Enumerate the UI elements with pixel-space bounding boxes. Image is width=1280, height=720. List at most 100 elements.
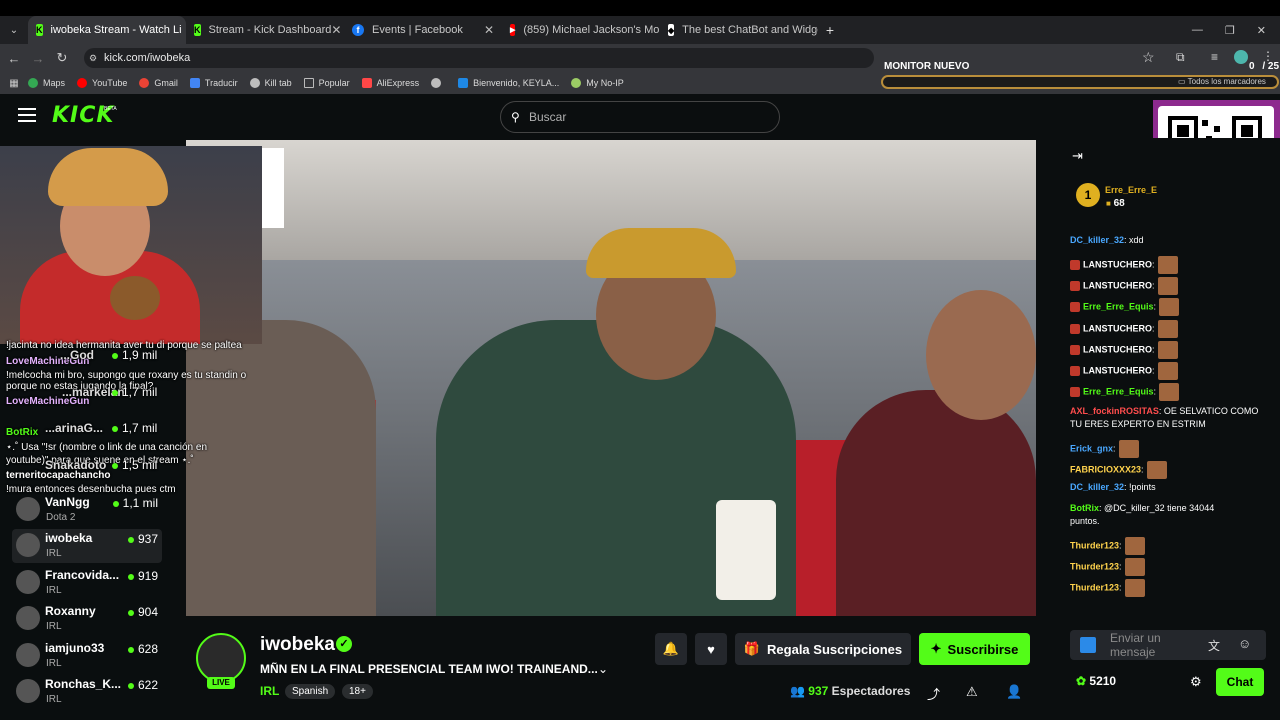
emote-icon: [1124, 579, 1145, 597]
streamer-avatar[interactable]: [196, 633, 246, 683]
hidden-channel-name: ...God: [60, 348, 94, 362]
chat-username[interactable]: AXL_fockinROSITAS: [1070, 406, 1159, 416]
chat-username[interactable]: LANSTUCHERO: [1083, 259, 1152, 269]
streamer-name[interactable]: iwobeka: [260, 634, 335, 656]
os-top-strip: [0, 0, 1280, 16]
browser-tab-3[interactable]: ▶ (859) Michael Jackson's Mo 🔊 ✕: [502, 16, 660, 44]
all-bookmarks[interactable]: ▭ Todos los marcadores: [1178, 77, 1266, 86]
overlay-msg: ⋆.˚ Usa "!sr (nombre o link de una canci…: [6, 442, 208, 453]
search-input[interactable]: ⚲ Buscar: [500, 101, 780, 133]
user-options-icon[interactable]: 👤: [1006, 684, 1022, 700]
chat-username[interactable]: LANSTUCHERO: [1083, 280, 1152, 290]
top-gifter-name[interactable]: Erre_Erre_E: [1105, 185, 1157, 195]
chat-username[interactable]: Erre_Erre_Equis: [1083, 301, 1154, 311]
bookmark-popular[interactable]: Popular: [303, 78, 350, 88]
sidebar-channel[interactable]: iwobeka IRL 937: [12, 529, 162, 563]
sidebar-channel[interactable]: iamjuno33 IRL 628: [12, 639, 162, 673]
channel-avatar: [16, 533, 40, 557]
translate-icon[interactable]: 文: [1208, 637, 1220, 654]
minimize-icon[interactable]: —: [1192, 24, 1203, 37]
emote-icon: [1157, 320, 1178, 338]
bookmark-bienvenido[interactable]: Bienvenido, KEYLA...: [458, 78, 559, 88]
badge-icon: [1070, 324, 1080, 334]
chat-username[interactable]: Erick_gnx: [1070, 443, 1113, 453]
follow-button[interactable]: ♥: [695, 633, 727, 665]
coffee-cup: [716, 500, 776, 600]
chevron-down-icon[interactable]: ⌄: [598, 662, 608, 676]
globe-icon: [431, 78, 442, 88]
close-window-icon[interactable]: ✕: [1257, 24, 1266, 37]
back-icon[interactable]: ←: [2, 51, 26, 66]
chat-username[interactable]: Thurder123: [1070, 561, 1119, 571]
chat-message: BotRix: @DC_killer_32 tiene 34044: [1070, 503, 1214, 513]
bookmark-globe[interactable]: [431, 78, 446, 88]
bookmark-translate[interactable]: Traducir: [189, 78, 238, 88]
sidebar-channel[interactable]: Francovida... IRL 919: [12, 566, 162, 600]
chat-username[interactable]: FABRICIOXXX23: [1070, 464, 1141, 474]
bookmark-gmail[interactable]: Gmail: [139, 78, 178, 88]
browser-tab-1[interactable]: K Stream - Kick Dashboard ✕: [186, 16, 344, 44]
live-dot-icon: [112, 500, 119, 507]
sidebar-channel[interactable]: VanNgg Dota 2 1,1 mil: [12, 493, 162, 527]
forward-icon[interactable]: →: [26, 51, 50, 66]
chat-username[interactable]: LANSTUCHERO: [1083, 365, 1152, 375]
address-bar[interactable]: kick.com/iwobeka: [84, 48, 874, 68]
stream-category[interactable]: IRL: [260, 684, 279, 698]
site-info-icon[interactable]: ⚙: [89, 53, 97, 64]
bookmark-youtube[interactable]: YouTube: [77, 78, 127, 88]
gift-subs-button[interactable]: 🎁 Regala Suscripciones: [735, 633, 911, 665]
bookmark-noip[interactable]: My No-IP: [571, 78, 624, 88]
hidden-channel-viewers: 1,9 mil: [112, 348, 157, 362]
restore-icon[interactable]: ❐: [1225, 24, 1235, 37]
new-tab-button[interactable]: +: [818, 22, 842, 38]
close-tab-icon[interactable]: ✕: [331, 23, 341, 37]
tag-language[interactable]: Spanish: [285, 684, 336, 699]
emote-icon: [1157, 256, 1178, 274]
emoji-icon[interactable]: ☺: [1238, 636, 1251, 651]
browser-tab-4[interactable]: ◆ The best ChatBot and Widgets ✕: [660, 16, 818, 44]
live-dot-icon: [127, 573, 134, 580]
botrix-icon: [1080, 637, 1096, 653]
bookmark-maps[interactable]: Maps: [28, 78, 65, 88]
send-chat-button[interactable]: Chat: [1216, 668, 1264, 696]
chat-username[interactable]: LANSTUCHERO: [1083, 344, 1152, 354]
chat-username[interactable]: LANSTUCHERO: [1083, 323, 1152, 333]
subscribe-button[interactable]: ✦ Suscribirse: [919, 633, 1030, 665]
apps-icon[interactable]: ▦: [0, 78, 28, 89]
share-icon[interactable]: ⤴: [927, 684, 940, 703]
chat-username[interactable]: Thurder123: [1070, 540, 1119, 550]
chat-username[interactable]: Thurder123: [1070, 582, 1119, 592]
chat-username[interactable]: BotRix: [1070, 503, 1099, 513]
chat-username[interactable]: DC_killer_32: [1070, 482, 1124, 492]
channel-viewers: 628: [127, 642, 158, 656]
qr-strip: [262, 148, 284, 228]
chat-input[interactable]: Enviar un mensaje 文 ☺: [1070, 630, 1266, 660]
channel-points[interactable]: ✿ 5210: [1076, 674, 1116, 688]
video-player[interactable]: [186, 140, 1036, 616]
report-icon[interactable]: ⚠: [966, 684, 978, 700]
settings-gear-icon[interactable]: ⚙: [1190, 674, 1202, 690]
emote-icon: [1146, 461, 1167, 479]
chat-username[interactable]: Erre_Erre_Equis: [1083, 386, 1154, 396]
sidebar-channel[interactable]: Ronchas_K... IRL 622: [12, 675, 162, 709]
channel-category: IRL: [46, 585, 62, 596]
bookmark-star-icon[interactable]: ☆: [1142, 49, 1155, 66]
sidebar-channel[interactable]: Roxanny IRL 904: [12, 602, 162, 636]
close-tab-icon[interactable]: ✕: [484, 23, 494, 37]
browser-tab-0[interactable]: K iwobeka Stream - Watch Li 🔊 ✕: [28, 16, 186, 44]
notification-button[interactable]: 🔔: [655, 633, 687, 665]
extensions-icon[interactable]: ⧉: [1176, 50, 1185, 65]
chat-username[interactable]: DC_killer_32: [1070, 235, 1124, 245]
collapse-chat-icon[interactable]: ⇥: [1072, 148, 1083, 164]
tag-age[interactable]: 18+: [342, 684, 373, 699]
hidden-channel-viewers: 1,7 mil: [112, 421, 157, 435]
bookmark-aliexpress[interactable]: AliExpress: [361, 78, 419, 88]
media-icon[interactable]: ≡: [1211, 50, 1218, 64]
bookmark-kill-tab[interactable]: Kill tab: [249, 78, 292, 88]
hamburger-menu-icon[interactable]: [18, 108, 36, 122]
browser-tab-2[interactable]: f Events | Facebook ✕: [344, 16, 502, 44]
translate-icon: [189, 78, 200, 88]
reload-icon[interactable]: ↻: [50, 50, 74, 66]
profile-avatar[interactable]: [1234, 50, 1248, 64]
tab-search-icon[interactable]: ⌄: [0, 25, 28, 36]
